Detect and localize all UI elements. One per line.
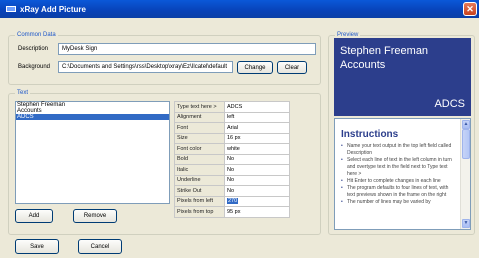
property-value-selected-text[interactable]: 270 (227, 198, 239, 205)
property-name: Bold (174, 153, 225, 165)
property-row: Font Arial (174, 122, 290, 134)
title-bar: xRay Add Picture ✕ (0, 0, 479, 18)
property-row: Alignment left (174, 111, 290, 123)
property-name: Italic (174, 164, 225, 176)
property-row: Pixels from top 95 px (174, 206, 290, 218)
scroll-down-icon[interactable]: ▼ (462, 219, 470, 228)
property-value[interactable]: 16 px (224, 132, 290, 144)
property-name: Underline (174, 174, 225, 186)
property-name: Font (174, 122, 225, 134)
cancel-button[interactable]: Cancel (78, 239, 122, 254)
app-icon (6, 5, 16, 14)
property-name: Alignment (174, 111, 225, 123)
background-path-input[interactable]: C:\Documents and Settings\rss\Desktop\xr… (58, 61, 233, 73)
description-label: Description (18, 46, 49, 52)
save-button[interactable]: Save (15, 239, 59, 254)
property-value[interactable]: No (224, 164, 290, 176)
common-data-label: Common Data (15, 32, 58, 39)
list-item[interactable]: ADCS (16, 114, 169, 120)
text-group-label: Text (15, 90, 31, 97)
instruction-item: Name your text output in the top left fi… (341, 143, 455, 157)
close-button[interactable]: ✕ (463, 2, 477, 16)
property-name: Pixels from left (174, 195, 225, 207)
scroll-thumb[interactable] (462, 129, 470, 159)
property-name: Strike Out (174, 185, 225, 197)
description-input[interactable]: MyDesk Sign (58, 43, 316, 55)
background-label: Background (18, 64, 51, 70)
instructions-list: Name your text output in the top left fi… (339, 143, 455, 206)
clear-button[interactable]: Clear (277, 61, 307, 74)
property-row: Bold No (174, 153, 290, 165)
change-button[interactable]: Change (237, 61, 273, 74)
property-value[interactable]: No (224, 153, 290, 165)
property-name: Pixels from top (174, 206, 225, 218)
property-value[interactable]: No (224, 174, 290, 186)
property-value[interactable]: ADCS (224, 101, 290, 113)
property-value-editing[interactable]: 270 (224, 195, 290, 207)
window-title: xRay Add Picture (20, 4, 86, 14)
property-row: Size 16 px (174, 132, 290, 144)
text-lines-list[interactable]: Stephen Freeman Accounts ADCS (15, 101, 170, 204)
preview-canvas: Stephen Freeman Accounts ADCS (334, 38, 471, 116)
property-row: Pixels from left 270 (174, 195, 290, 207)
property-row: Italic No (174, 164, 290, 176)
instruction-item: Select each line of text in the left col… (341, 157, 455, 178)
instructions-title: Instructions (341, 129, 399, 140)
preview-text-block: Stephen Freeman Accounts (340, 44, 428, 72)
instruction-item: The program defaults to four lines of te… (341, 185, 455, 199)
text-properties-grid: Type text here > ADCS Alignment left Font A… (174, 101, 290, 218)
property-name: Type text here > (174, 101, 225, 113)
property-value[interactable]: Arial (224, 122, 290, 134)
property-row: Underline No (174, 174, 290, 186)
preview-line-2: Accounts (340, 59, 386, 71)
property-value[interactable]: left (224, 111, 290, 123)
instructions-panel: Instructions Name your text output in th… (334, 118, 471, 230)
instruction-item: Hit Enter to complete changes in each li… (341, 178, 455, 185)
property-value[interactable]: 95 px (224, 206, 290, 218)
instructions-scrollbar[interactable]: ▲ ▼ (460, 119, 470, 229)
scroll-up-icon[interactable]: ▲ (462, 120, 470, 129)
remove-button[interactable]: Remove (73, 209, 117, 223)
property-value[interactable]: No (224, 185, 290, 197)
property-name: Size (174, 132, 225, 144)
property-value[interactable]: white (224, 143, 290, 155)
preview-line-3: ADCS (434, 98, 465, 110)
property-name: Font color (174, 143, 225, 155)
property-row: Font color white (174, 143, 290, 155)
preview-line-1: Stephen Freeman (340, 45, 429, 57)
property-row: Type text here > ADCS (174, 101, 290, 113)
instruction-item: The number of lines may be varied by (341, 199, 455, 206)
property-row: Strike Out No (174, 185, 290, 197)
add-button[interactable]: Add (15, 209, 53, 223)
